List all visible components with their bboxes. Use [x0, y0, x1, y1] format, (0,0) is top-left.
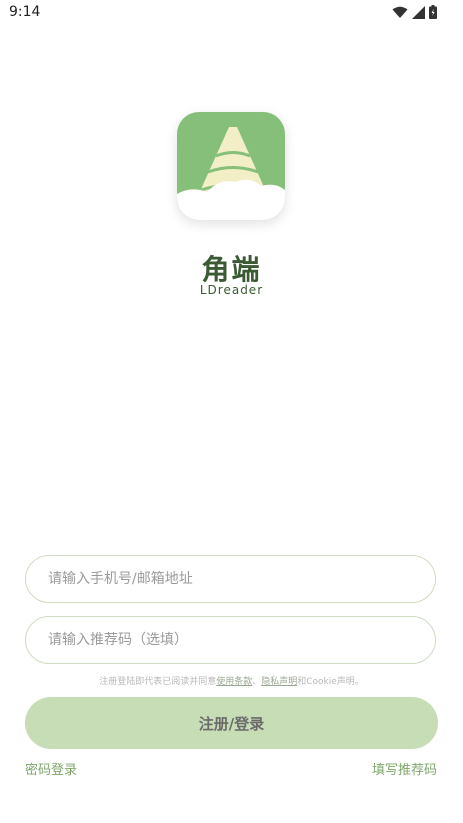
status-bar: 9:14 [0, 0, 463, 28]
agreement-text: 注册登陆即代表已阅读并同意使用条款、隐私声明和Cookie声明。 [0, 674, 463, 687]
signal-icon [412, 5, 425, 19]
phone-email-input[interactable] [46, 570, 435, 588]
referral-code-link[interactable]: 填写推荐码 [372, 759, 437, 778]
agreement-prefix: 注册登陆即代表已阅读并同意 [99, 677, 217, 687]
app-name: 角端 [201, 253, 262, 286]
phone-email-field[interactable] [25, 555, 436, 603]
terms-link[interactable]: 使用条款 [216, 677, 252, 687]
status-time: 9:14 [9, 4, 41, 20]
app-logo [177, 112, 285, 220]
battery-icon [429, 5, 437, 19]
register-login-button[interactable]: 注册/登录 [25, 697, 438, 749]
referral-code-input[interactable] [46, 631, 435, 649]
referral-code-field[interactable] [25, 616, 436, 664]
logo-icon [177, 112, 285, 220]
status-icons [392, 5, 437, 19]
password-login-link[interactable]: 密码登录 [25, 759, 77, 778]
privacy-link[interactable]: 隐私声明 [261, 677, 297, 687]
app-subtitle: LDreader [199, 283, 264, 297]
agreement-separator: 、 [252, 677, 262, 687]
agreement-suffix: 和Cookie声明。 [297, 677, 364, 687]
wifi-icon [392, 6, 408, 18]
